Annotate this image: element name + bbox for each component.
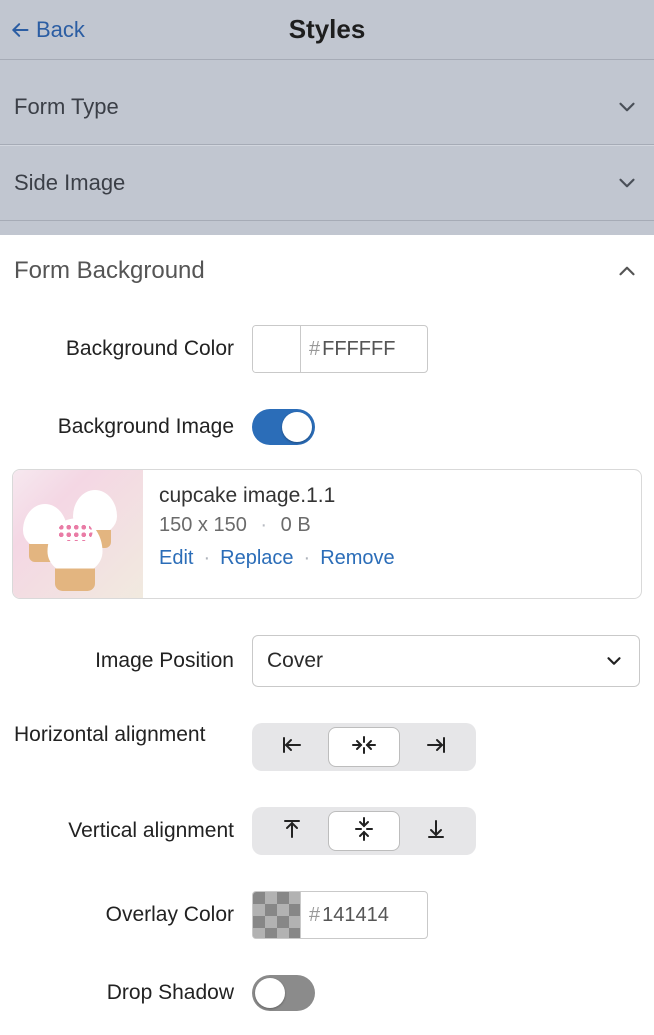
align-right-button[interactable] [400, 727, 472, 767]
align-bottom-button[interactable] [400, 811, 472, 851]
row-image-position: Image Position Cover [0, 623, 654, 711]
file-name: cupcake image.1.1 [159, 484, 625, 508]
align-center-horizontal-icon [351, 735, 377, 760]
chevron-down-icon [603, 650, 625, 672]
align-middle-button[interactable] [328, 811, 400, 851]
align-center-button[interactable] [328, 727, 400, 767]
spacer [0, 221, 654, 235]
overlay-color-input[interactable]: #141414 [252, 891, 428, 939]
color-swatch[interactable] [253, 892, 301, 938]
align-left-button[interactable] [256, 727, 328, 767]
label-horizontal-alignment: Horizontal alignment [14, 723, 234, 747]
row-overlay-color: Overlay Color #141414 [0, 879, 654, 963]
spacer [0, 60, 654, 70]
edit-link[interactable]: Edit [159, 547, 193, 570]
align-right-icon [424, 735, 448, 760]
align-top-icon [282, 817, 302, 846]
vertical-align-segmented [252, 807, 476, 855]
replace-link[interactable]: Replace [220, 547, 293, 570]
label-background-image: Background Image [14, 415, 234, 439]
color-swatch[interactable] [253, 326, 301, 372]
label-overlay-color: Overlay Color [14, 903, 234, 927]
section-label: Form Background [14, 257, 205, 285]
label-background-color: Background Color [14, 337, 234, 361]
back-label: Back [36, 17, 85, 43]
section-label: Form Type [14, 94, 119, 120]
chevron-down-icon [614, 94, 640, 120]
color-hex-text[interactable]: #FFFFFF [301, 326, 427, 372]
chevron-up-icon [614, 258, 640, 284]
row-vertical-alignment: Vertical alignment [0, 795, 654, 879]
file-meta: 150 x 150 · 0 B [159, 514, 625, 537]
label-image-position: Image Position [14, 649, 234, 673]
align-top-button[interactable] [256, 811, 328, 851]
section-form-background[interactable]: Form Background [0, 235, 654, 313]
section-label: Side Image [14, 170, 125, 196]
label-vertical-alignment: Vertical alignment [14, 819, 234, 843]
align-bottom-icon [426, 817, 446, 846]
horizontal-align-segmented [252, 723, 476, 771]
background-color-input[interactable]: #FFFFFF [252, 325, 428, 373]
image-file-card: cupcake image.1.1 150 x 150 · 0 B Edit ·… [12, 469, 642, 599]
chevron-down-icon [614, 170, 640, 196]
background-image-toggle[interactable] [252, 409, 315, 445]
row-horizontal-alignment: Horizontal alignment [0, 711, 654, 795]
row-drop-shadow: Drop Shadow [0, 963, 654, 1035]
align-center-vertical-icon [354, 816, 374, 847]
row-background-image: Background Image [0, 397, 654, 469]
label-drop-shadow: Drop Shadow [14, 981, 234, 1005]
arrow-left-icon [10, 20, 30, 40]
section-side-image[interactable]: Side Image [0, 145, 654, 221]
color-hex-text[interactable]: #141414 [301, 892, 427, 938]
image-thumbnail[interactable] [13, 470, 143, 598]
page-title: Styles [289, 14, 366, 45]
remove-link[interactable]: Remove [320, 547, 394, 570]
file-actions: Edit · Replace · Remove [159, 547, 625, 570]
row-background-color: Background Color #FFFFFF [0, 313, 654, 397]
image-position-select[interactable]: Cover [252, 635, 640, 687]
align-left-icon [280, 735, 304, 760]
panel-header: Back Styles [0, 0, 654, 60]
drop-shadow-toggle[interactable] [252, 975, 315, 1011]
section-form-type[interactable]: Form Type [0, 70, 654, 145]
back-button[interactable]: Back [10, 17, 85, 43]
